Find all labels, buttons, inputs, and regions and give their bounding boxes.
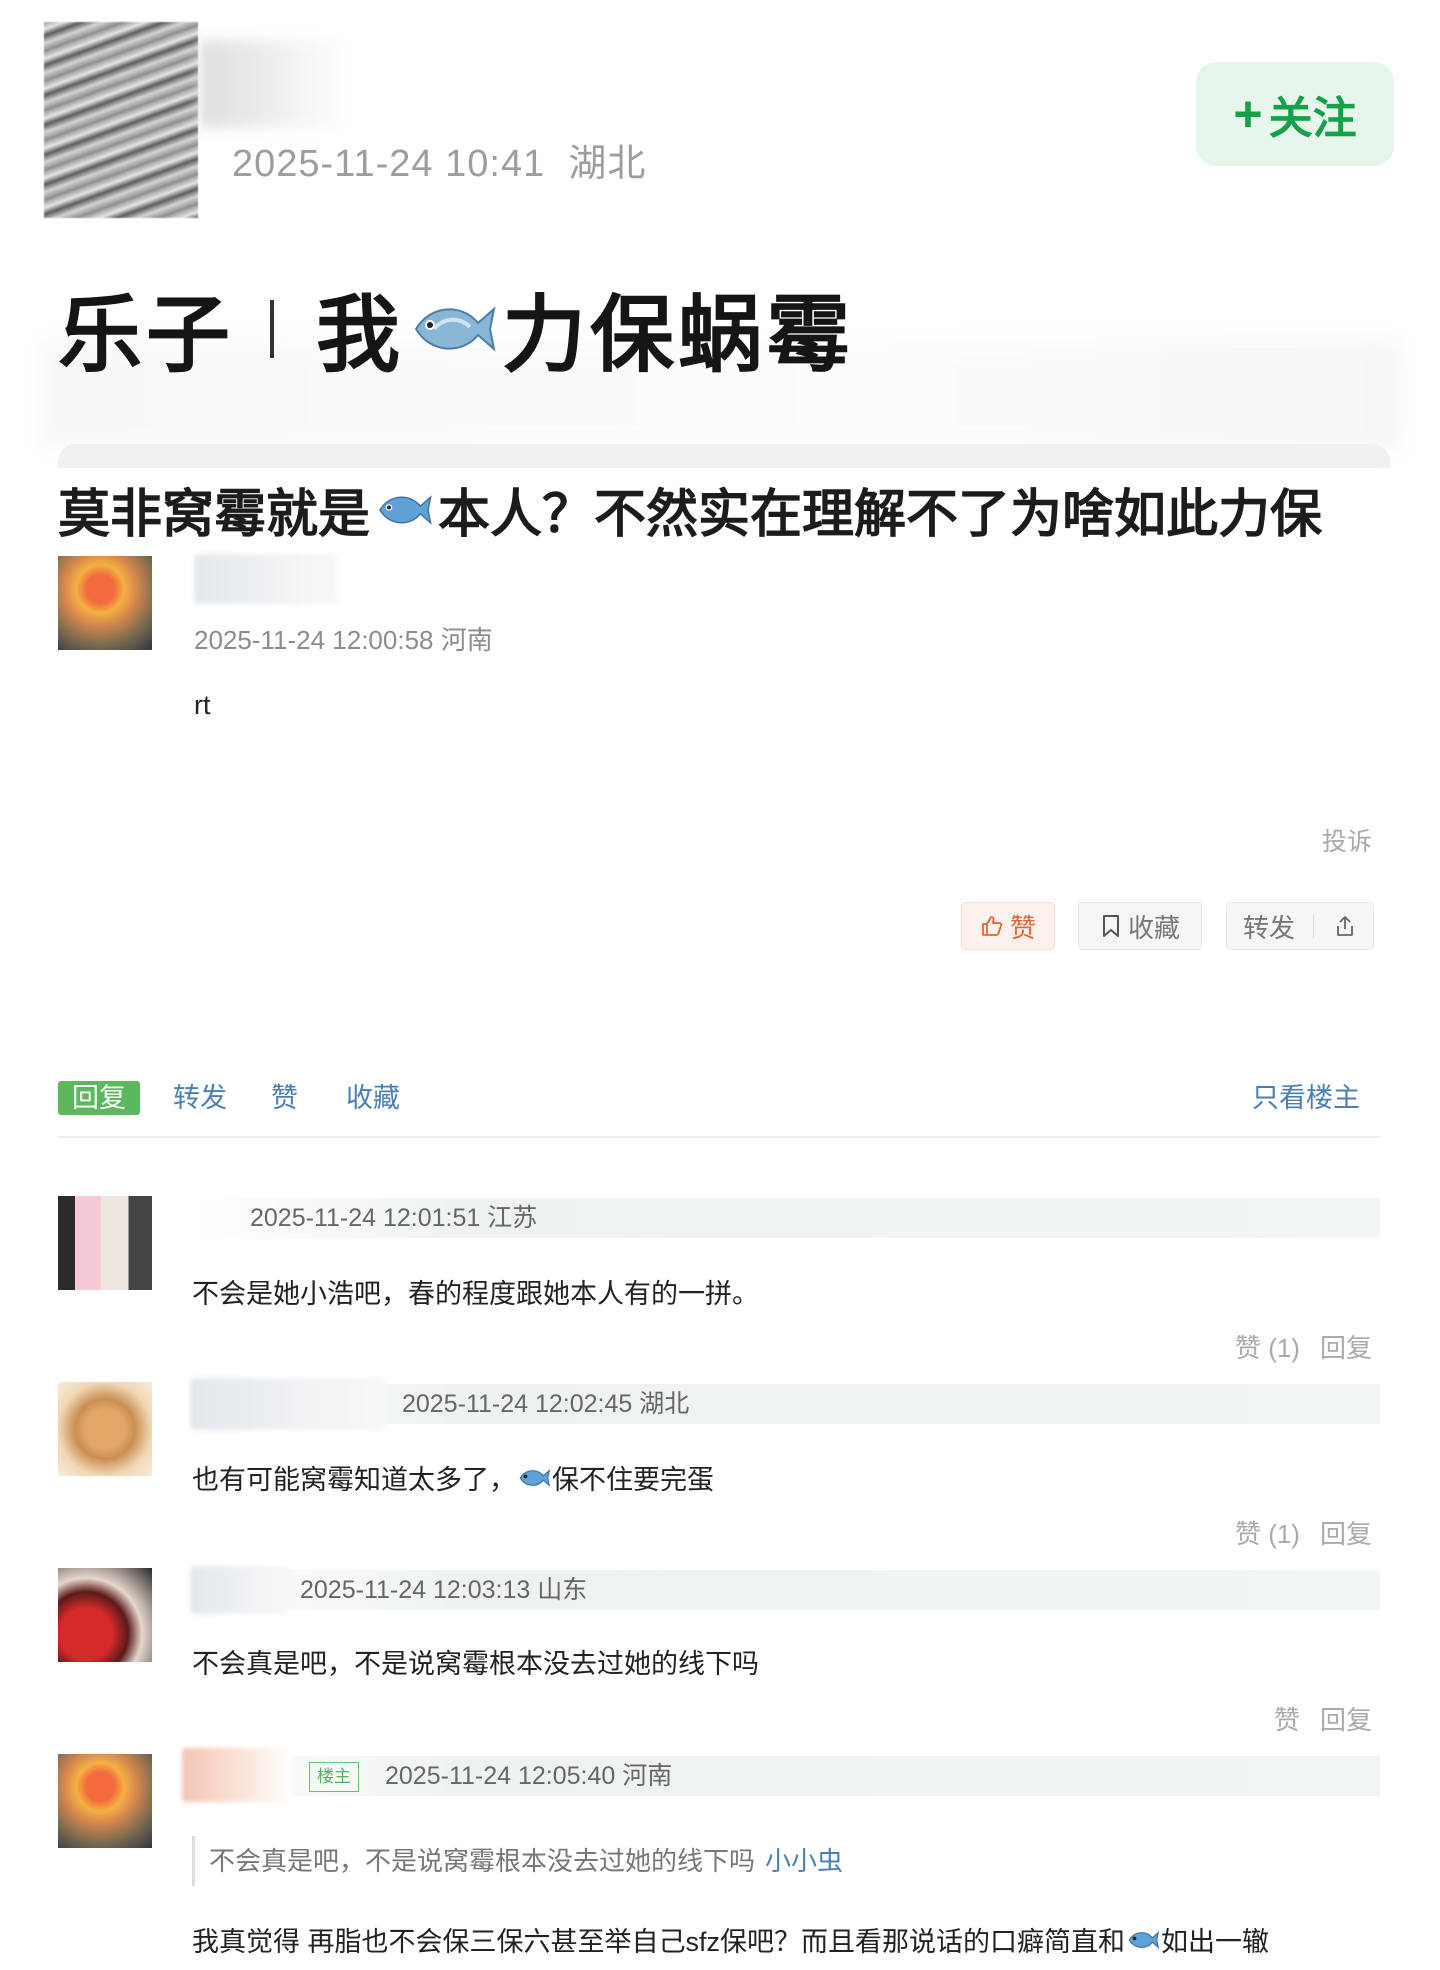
comment-text: 也有可能窝霉知道太多了， 保不住要完蛋 [192, 1458, 714, 1497]
op-avatar[interactable] [58, 556, 152, 650]
comment-text-part2: 保不住要完蛋 [552, 1465, 714, 1495]
op-name-blurred[interactable] [194, 554, 338, 604]
post-meta: 2025-11-24 12:00:58 河南 [194, 625, 493, 655]
comment-text: 不会真是吧，不是说窝霉根本没去过她的线下吗 [192, 1649, 759, 1679]
comment-avatar[interactable] [58, 1382, 152, 1476]
comment-avatar[interactable] [58, 1196, 152, 1290]
comment-actions: 赞 回复 [1274, 1700, 1372, 1737]
commenter-name-blurred[interactable] [190, 1378, 386, 1430]
favorite-button[interactable]: 收藏 [1078, 902, 1202, 950]
comment-reply-button[interactable]: 回复 [1320, 1700, 1372, 1737]
comment-text-part2: 如出一辙 [1161, 1927, 1270, 1957]
report-link[interactable]: 投诉 [1322, 822, 1372, 858]
comment-meta-bar [190, 1756, 1380, 1796]
comment-meta: 2025-11-24 12:05:40 河南 [385, 1762, 673, 1790]
commenter-name-blurred[interactable] [190, 1566, 290, 1614]
post-title: 莫非窝霉就是 本人？不然实在理解不了为啥如此力保 [58, 472, 1322, 547]
fish-emoji-icon [410, 299, 496, 359]
thumbs-up-icon [980, 914, 1004, 938]
post-title-part1: 莫非窝霉就是 [58, 486, 371, 544]
tabs-divider [58, 1136, 1380, 1138]
comment-like-button[interactable]: 赞 (1) [1235, 1328, 1300, 1365]
fish-emoji-icon [1127, 1928, 1160, 1952]
forward-button[interactable]: 转发 [1226, 902, 1374, 950]
headline: 乐子 我 力保蜗霉 [58, 268, 854, 389]
author-meta: 2025-11-24 10:41 湖北 [232, 132, 646, 187]
comment-avatar[interactable] [58, 1754, 152, 1848]
headline-part2: 我 [316, 288, 405, 382]
comment-like-button[interactable]: 赞 (1) [1235, 1514, 1300, 1551]
author-avatar[interactable] [44, 22, 198, 218]
comment-text-part1: 我真觉得 再脂也不会保三保六甚至举自己sfz保吧？而且看那说话的口癖简直和 [192, 1927, 1126, 1957]
button-divider [1313, 914, 1315, 938]
card-top-edge [58, 444, 1390, 468]
comment-like-button[interactable]: 赞 [1274, 1700, 1300, 1737]
follow-label: 关注 [1268, 94, 1357, 143]
post-location: 湖北 [568, 143, 647, 185]
favorite-label: 收藏 [1127, 912, 1180, 943]
comment-text: 不会是她小浩吧，春的程度跟她本人有的一拼。 [192, 1279, 759, 1309]
post-title-part2: 本人？不然实在理解不了为啥如此力保 [438, 486, 1323, 544]
comment-meta: 2025-11-24 12:01:51 江苏 [250, 1204, 538, 1232]
headline-divider [270, 299, 275, 358]
post-timestamp: 2025-11-24 10:41 [232, 143, 546, 185]
only-op-link[interactable]: 只看楼主 [1252, 1081, 1360, 1115]
tab-like[interactable]: 赞 [271, 1081, 298, 1115]
post-body: rt [194, 690, 211, 720]
quoted-comment: 不会真是吧，不是说窝霉根本没去过她的线下吗 小小虫 [192, 1836, 843, 1886]
comment-actions: 赞 (1) 回复 [1235, 1328, 1372, 1365]
tab-favorite[interactable]: 收藏 [346, 1081, 400, 1115]
like-label: 赞 [1009, 912, 1036, 943]
follow-button[interactable]: + 关注 [1196, 62, 1394, 166]
comment-actions: 赞 (1) 回复 [1235, 1514, 1372, 1551]
plus-icon: + [1233, 86, 1263, 142]
comment-avatar[interactable] [58, 1568, 152, 1662]
fish-emoji-icon [376, 490, 432, 530]
comment-text-part1: 也有可能窝霉知道太多了， [192, 1465, 516, 1495]
comment-meta: 2025-11-24 12:02:45 湖北 [402, 1390, 690, 1418]
op-badge: 楼主 [309, 1762, 359, 1792]
like-button[interactable]: 赞 [961, 902, 1055, 950]
author-name-blurred [200, 40, 350, 128]
commenter-name-blurred[interactable] [182, 1748, 292, 1802]
share-icon[interactable] [1334, 914, 1356, 938]
forward-label: 转发 [1243, 912, 1296, 943]
quote-author-link[interactable]: 小小虫 [765, 1846, 843, 1876]
quote-text: 不会真是吧，不是说窝霉根本没去过她的线下吗 [209, 1846, 756, 1876]
headline-part1: 乐子 [58, 288, 235, 382]
fish-emoji-icon [518, 1466, 550, 1490]
comment-reply-button[interactable]: 回复 [1320, 1328, 1372, 1365]
headline-part3: 力保蜗霉 [502, 288, 855, 382]
tab-reply[interactable]: 回复 [58, 1081, 140, 1115]
bookmark-icon [1100, 914, 1122, 938]
comment-reply-button[interactable]: 回复 [1320, 1514, 1372, 1551]
comment-text: 我真觉得 再脂也不会保三保六甚至举自己sfz保吧？而且看那说话的口癖简直和 如出… [192, 1920, 1269, 1959]
tab-forward[interactable]: 转发 [173, 1081, 227, 1115]
comment-meta: 2025-11-24 12:03:13 山东 [300, 1576, 588, 1604]
